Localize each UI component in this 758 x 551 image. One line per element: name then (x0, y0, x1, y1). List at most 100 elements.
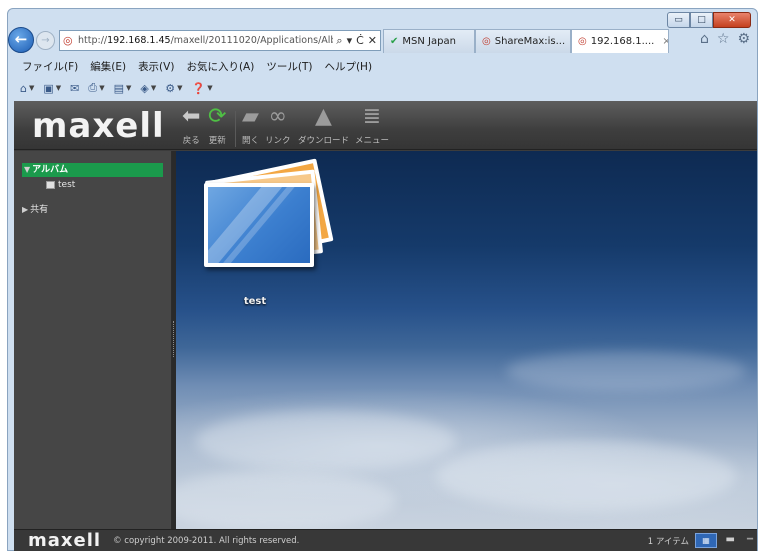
tree-item-label: アルバム (32, 165, 69, 175)
menu-label: メニュー (355, 136, 390, 146)
open-label: 開く (242, 136, 260, 146)
footer-logo: maxell (28, 530, 102, 551)
tab-label: MSN Japan (402, 36, 456, 47)
download-icon: ▲ (315, 104, 332, 129)
tab-label: ShareMax:is... (494, 36, 566, 47)
photo-stack-front (204, 183, 314, 267)
maxell-logo: maxell (32, 106, 165, 146)
mail-icon: ✉ (70, 81, 80, 95)
address-bar[interactable]: ◎ http://192.168.1.45/maxell/20111020/Ap… (59, 30, 381, 51)
browser-back-button[interactable]: ← (8, 27, 34, 53)
cloud-shape (506, 351, 746, 391)
menu-help[interactable]: ヘルプ(H) (324, 59, 372, 74)
close-button[interactable]: ✕ (713, 12, 751, 28)
content-area: test (176, 151, 757, 529)
collapsed-arrow-icon[interactable]: ▶ (22, 203, 28, 217)
cmd-feeds[interactable]: ▣ ▼ (43, 82, 61, 95)
cmd-home[interactable]: ⌂ ▼ (20, 82, 34, 95)
cmd-safety[interactable]: ◈ ▼ (140, 82, 156, 95)
download-label: ダウンロード (298, 136, 350, 146)
album-icon (46, 181, 55, 189)
list-view-button[interactable]: ▬ (726, 534, 735, 545)
favorites-icon[interactable]: ☆ (717, 31, 730, 47)
dropdown-icon[interactable]: ▾ (347, 34, 353, 48)
refresh-label: 更新 (208, 136, 226, 146)
cmd-print[interactable]: ⎙ ▼ (88, 81, 104, 95)
open-button[interactable]: ▰ 開く (242, 104, 260, 147)
address-host: 192.168.1.45 (107, 35, 171, 46)
print-icon: ⎙ (88, 81, 98, 94)
gear-icon[interactable]: ⚙ (737, 31, 750, 47)
menu-list-icon: ≣ (362, 104, 382, 129)
tab-label: 192.168.1.... (590, 36, 655, 47)
splitter-grip[interactable] (173, 321, 175, 357)
toolbar-divider (235, 111, 236, 147)
home-icon[interactable]: ⌂ (700, 31, 709, 47)
tab-current[interactable]: ◎ 192.168.1.... × (571, 29, 669, 53)
tree-item-album[interactable]: ▼ アルバム (22, 163, 163, 177)
item-count: 1 アイテム (647, 537, 689, 547)
menu-file[interactable]: ファイル(F) (22, 59, 78, 74)
cmd-help[interactable]: ❓ ▼ (192, 82, 213, 95)
album-thumbnail[interactable] (200, 158, 334, 274)
menu-edit[interactable]: 編集(E) (90, 59, 126, 74)
menu-view[interactable]: 表示(V) (138, 59, 174, 74)
tab-close-icon[interactable]: × (662, 36, 668, 47)
site-icon: ◎ (63, 33, 73, 47)
help-icon: ❓ (191, 81, 206, 95)
home-icon: ⌂ (20, 81, 27, 95)
back-button[interactable]: ⬅ 戻る (182, 104, 201, 147)
download-button[interactable]: ▲ ダウンロード (298, 104, 350, 147)
stop-icon[interactable]: ✕ (368, 34, 377, 48)
refresh-icon: ⟳ (208, 104, 227, 129)
copyright-text: © copyright 2009-2011. All rights reserv… (113, 535, 300, 546)
cloud-shape (436, 441, 736, 511)
browser-forward-button[interactable]: → (36, 31, 55, 50)
maximize-button[interactable]: □ (690, 12, 713, 28)
cmd-page[interactable]: ▤ ▼ (114, 82, 132, 95)
link-label: リンク (265, 136, 291, 146)
grid-view-button[interactable]: ▦ (695, 533, 717, 548)
tree-item-shared[interactable]: ▶ 共有 (22, 203, 48, 217)
refresh-icon[interactable]: Ċ (356, 34, 364, 48)
menu-favorites[interactable]: お気に入り(A) (186, 59, 254, 74)
size-slider[interactable]: ━ (747, 534, 753, 545)
navigation-row: ← → ◎ http://192.168.1.45/maxell/2011102… (8, 27, 752, 55)
feeds-icon: ▣ (43, 81, 54, 95)
command-bar: ⌂ ▼ ▣ ▼ ✉ ⎙ ▼ ▤ ▼ ◈ ▼ ⚙ ▼ ❓ ▼ (8, 77, 752, 99)
address-url[interactable]: http://192.168.1.45/maxell/20111020/Appl… (78, 35, 333, 46)
cmd-mail[interactable]: ✉ (70, 82, 79, 95)
link-button[interactable]: ∞ リンク (265, 104, 291, 147)
back-label: 戻る (182, 136, 200, 146)
page-icon: ▤ (113, 81, 124, 95)
back-arrow-icon: ⬅ (182, 104, 201, 129)
app-footer: maxell © copyright 2009-2011. All rights… (14, 529, 757, 551)
safety-icon: ◈ (140, 81, 149, 95)
app-toolbar: maxell ⬅ 戻る ⟳ 更新 ▰ 開く ∞ リンク ▲ ダウンロード ≣ メ… (14, 101, 757, 150)
expanded-arrow-icon[interactable]: ▼ (24, 163, 30, 177)
sharemax-icon: ◎ (482, 36, 491, 47)
address-tools: ⌕ ▾ Ċ ✕ (333, 34, 380, 48)
menu-button[interactable]: ≣ メニュー (355, 104, 390, 147)
site-icon: ◎ (578, 36, 587, 47)
msn-icon: ✔ (390, 36, 399, 47)
tools-icon: ⚙ (165, 81, 176, 95)
menu-tools[interactable]: ツール(T) (266, 59, 312, 74)
tab-sharemax[interactable]: ◎ ShareMax:is... (475, 29, 571, 53)
search-icon[interactable]: ⌕ (336, 34, 342, 48)
folder-tree: ▼ アルバム test ▶ 共有 (14, 151, 172, 529)
window-controls: ▭ □ ✕ (667, 12, 751, 28)
refresh-button[interactable]: ⟳ 更新 (208, 104, 227, 147)
tree-item-label: test (58, 180, 76, 190)
tree-item-test[interactable]: test (46, 178, 75, 192)
tab-msn-japan[interactable]: ✔ MSN Japan (383, 29, 475, 53)
tree-item-label: 共有 (30, 205, 49, 215)
menu-bar: ファイル(F) 編集(E) 表示(V) お気に入り(A) ツール(T) ヘルプ(… (8, 57, 752, 75)
cmd-tools[interactable]: ⚙ ▼ (165, 82, 182, 95)
minimize-button[interactable]: ▭ (667, 12, 690, 28)
browser-icons: ⌂ ☆ ⚙ (700, 31, 750, 47)
folder-open-icon: ▰ (242, 104, 259, 129)
album-label[interactable]: test (200, 296, 310, 307)
cloud-shape (176, 471, 396, 529)
link-icon: ∞ (268, 104, 287, 129)
